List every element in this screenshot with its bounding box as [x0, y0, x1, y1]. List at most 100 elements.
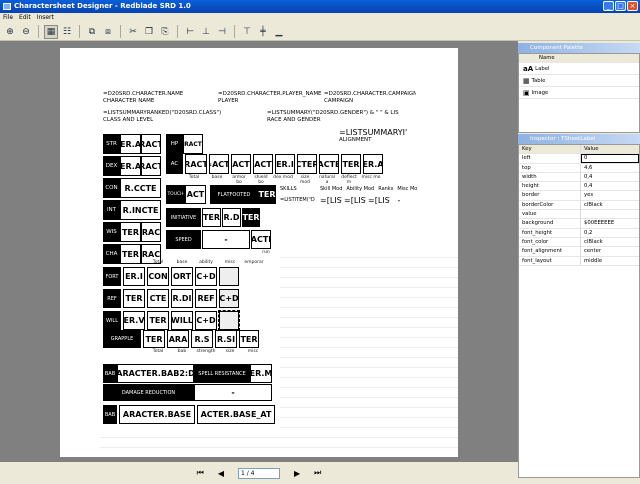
inspector-row[interactable]: value [519, 210, 639, 220]
skill-ability[interactable]: =[LIST [344, 197, 366, 204]
bab-base-value[interactable]: ARACTER.BASE [119, 405, 195, 424]
align-right-icon[interactable]: ⊣ [215, 25, 229, 39]
ac-dex[interactable]: ER.I [275, 154, 295, 174]
ability-score[interactable]: TER [120, 244, 141, 264]
last-page-icon[interactable]: ⏭ [314, 468, 321, 478]
ac-deflect[interactable]: TER [341, 154, 361, 174]
prop-value[interactable]: $00EEEEEE [581, 219, 639, 227]
prop-value[interactable] [581, 210, 639, 218]
speed-extra[interactable]: ACTI [251, 230, 271, 249]
prop-value[interactable]: 0,4 [581, 182, 639, 190]
copy-icon[interactable]: ❐ [142, 25, 156, 39]
prop-value[interactable]: clBlack [581, 201, 639, 209]
ac-natural[interactable]: ACTE [319, 154, 339, 174]
skill-name[interactable]: =LISTITEM("D [280, 197, 318, 204]
initiative-misc[interactable]: TER [242, 208, 260, 227]
palette-item-table[interactable]: ▦ Table [519, 75, 639, 88]
zoom-out-icon[interactable]: ⊖ [19, 25, 33, 39]
inspector-row[interactable]: background $00EEEEEE [519, 219, 639, 229]
save-temp[interactable] [219, 267, 239, 286]
align-top-icon[interactable]: ⊤ [240, 25, 254, 39]
grapple-size[interactable]: R.SI [215, 330, 237, 348]
grapple-total[interactable]: TER [143, 330, 165, 348]
zoom-in-icon[interactable]: ⊕ [3, 25, 17, 39]
minimize-button[interactable]: _ [603, 1, 614, 11]
spell-resistance-value[interactable]: ER.M [250, 364, 272, 383]
save-base[interactable]: CON [147, 267, 169, 286]
ac-misc[interactable]: ER.A [363, 154, 383, 174]
inspector-row[interactable]: border yes [519, 191, 639, 201]
ability-score[interactable]: ER.A [120, 134, 141, 154]
menu-edit[interactable]: Edit [19, 13, 31, 23]
speed-value[interactable]: - [202, 230, 250, 249]
skill-mod[interactable]: =[LIST [320, 197, 342, 204]
save-total[interactable]: ER.I [123, 267, 145, 286]
ability-mod[interactable]: RACT [141, 156, 161, 176]
grapple-bab[interactable]: ARA [167, 330, 189, 348]
ability-mod[interactable]: RACT [141, 134, 161, 154]
save-temp[interactable]: C+D [219, 289, 239, 308]
ability-score[interactable]: R.CCTE [120, 178, 161, 198]
send-back-icon[interactable]: ⧈ [101, 25, 115, 39]
grid-icon[interactable]: ▦ [44, 24, 58, 39]
align-bottom-icon[interactable]: ▁ [272, 25, 286, 39]
save-misc[interactable]: C+D [195, 267, 217, 286]
grapple-strength[interactable]: R.S [191, 330, 213, 348]
inspector-row[interactable]: borderColor clBlack [519, 200, 639, 211]
player-name-field[interactable]: =D20SRD.CHARACTER.PLAYER_NAME [218, 91, 323, 98]
initiative-value[interactable]: TER [202, 208, 221, 227]
initiative-dex[interactable]: R.D [222, 208, 241, 227]
bab-base-attack-value[interactable]: ACTER.BASE_AT [197, 405, 275, 424]
ac-base[interactable]: =ACTI [209, 154, 229, 174]
save-ability[interactable]: WILL [171, 311, 193, 330]
align-middle-icon[interactable]: ╪ [256, 25, 270, 39]
palette-item-image[interactable]: ▣ Image [519, 87, 639, 100]
alignment-field[interactable]: =LISTSUMMARYI' [339, 128, 419, 137]
ability-score[interactable]: ER.A [120, 156, 141, 176]
page-indicator[interactable]: 1 / 4 [238, 467, 280, 479]
save-total[interactable]: TER [123, 289, 145, 308]
hp-value[interactable]: RACT [183, 134, 203, 154]
touch-value[interactable]: ACT [185, 185, 206, 204]
prop-value[interactable]: 0 [581, 154, 639, 163]
skill-ranks[interactable]: =[LIST [368, 197, 390, 204]
save-ability[interactable]: ORT [171, 267, 193, 286]
damage-reduction-value[interactable]: - [194, 384, 272, 401]
align-center-icon[interactable]: ⊥ [199, 25, 213, 39]
race-gender-field[interactable]: =LISTSUMMARY("D20SRD.GENDER") & " " & LI… [267, 110, 417, 117]
prev-page-icon[interactable]: ◀ [218, 469, 224, 478]
ability-mod[interactable]: RAC [141, 222, 161, 242]
align-left-icon[interactable]: ⊢ [183, 25, 197, 39]
inspector-row[interactable]: width 0,4 [519, 172, 639, 183]
menu-file[interactable]: File [3, 13, 13, 23]
inspector-row[interactable]: top 4,6 [519, 163, 639, 173]
save-temp-selected[interactable] [218, 310, 240, 331]
save-ability[interactable]: R.DI [171, 289, 193, 308]
paste-icon[interactable]: ⎘ [158, 25, 172, 39]
save-misc[interactable]: REF [195, 289, 217, 308]
next-page-icon[interactable]: ▶ [294, 469, 300, 478]
skills-row[interactable]: =LISTITEM("D =[LIST =[LIST =[LIST - [280, 194, 406, 206]
inspector-row[interactable]: height 0,4 [519, 182, 639, 192]
maximize-button[interactable]: □ [615, 1, 626, 11]
ability-score[interactable]: R.INCTE [120, 200, 161, 220]
ac-total[interactable]: RACT [185, 154, 207, 174]
ac-size[interactable]: CTER [297, 154, 317, 174]
inspector-row[interactable]: font_layout middle [519, 256, 639, 266]
save-base[interactable]: TER [147, 311, 169, 330]
ac-armor[interactable]: ACT [231, 154, 251, 174]
inspector-row[interactable]: font_alignment center [519, 247, 639, 257]
sheet-page[interactable]: =D20SRD.CHARACTER.NAME CHARACTER NAME =D… [60, 48, 458, 457]
inspector-row[interactable]: font_color clBlack [519, 237, 639, 248]
skill-misc[interactable]: - [392, 197, 406, 204]
prop-value[interactable]: 0,4 [581, 173, 639, 181]
save-base[interactable]: CTE [147, 289, 169, 308]
bring-front-icon[interactable]: ⧉ [85, 25, 99, 39]
cut-icon[interactable]: ✂ [126, 25, 140, 39]
first-page-icon[interactable]: ⏮ [197, 468, 204, 478]
menu-insert[interactable]: Insert [37, 13, 54, 23]
class-level-field[interactable]: =LISTSUMMARYRANKED("D20SRD.CLASS") [103, 110, 263, 117]
ability-score[interactable]: TER [120, 222, 141, 242]
ac-shield[interactable]: ACT [253, 154, 273, 174]
inspector-row[interactable]: font_height 0,2 [519, 228, 639, 238]
